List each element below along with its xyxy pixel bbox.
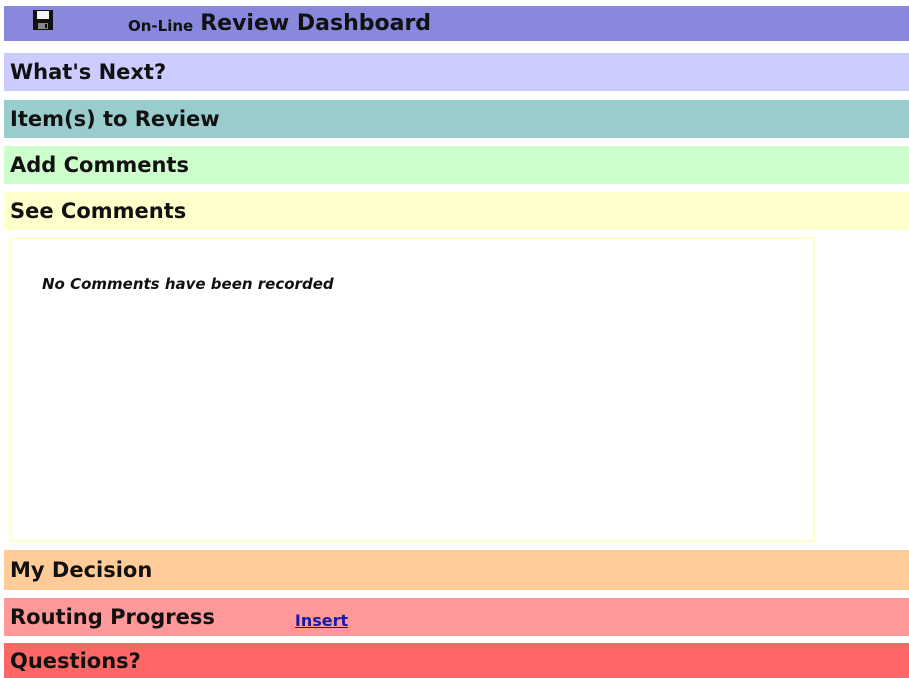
no-comments-message: No Comments have been recorded [42, 275, 334, 293]
section-questions[interactable]: Questions? [4, 643, 909, 678]
dashboard-title-bar: On-Line Review Dashboard [4, 6, 909, 41]
section-routing-progress[interactable]: Routing Progress Insert [4, 598, 909, 636]
section-whats-next[interactable]: What's Next? [4, 53, 909, 91]
section-label: My Decision [10, 558, 153, 582]
section-label: Add Comments [10, 153, 189, 177]
section-items-to-review[interactable]: Item(s) to Review [4, 100, 909, 138]
section-label: Routing Progress [10, 605, 215, 629]
section-my-decision[interactable]: My Decision [4, 550, 909, 590]
section-label: See Comments [10, 199, 187, 223]
section-add-comments[interactable]: Add Comments [4, 146, 909, 184]
insert-link[interactable]: Insert [295, 611, 348, 630]
title-prefix: On-Line [128, 16, 194, 35]
floppy-disk-save-icon[interactable] [32, 9, 54, 31]
page-title: Review Dashboard [200, 11, 432, 36]
section-label: What's Next? [10, 60, 167, 84]
comments-panel: No Comments have been recorded [10, 237, 815, 542]
section-label: Item(s) to Review [10, 107, 220, 131]
section-label: Questions? [10, 648, 141, 673]
section-see-comments[interactable]: See Comments [4, 192, 909, 230]
